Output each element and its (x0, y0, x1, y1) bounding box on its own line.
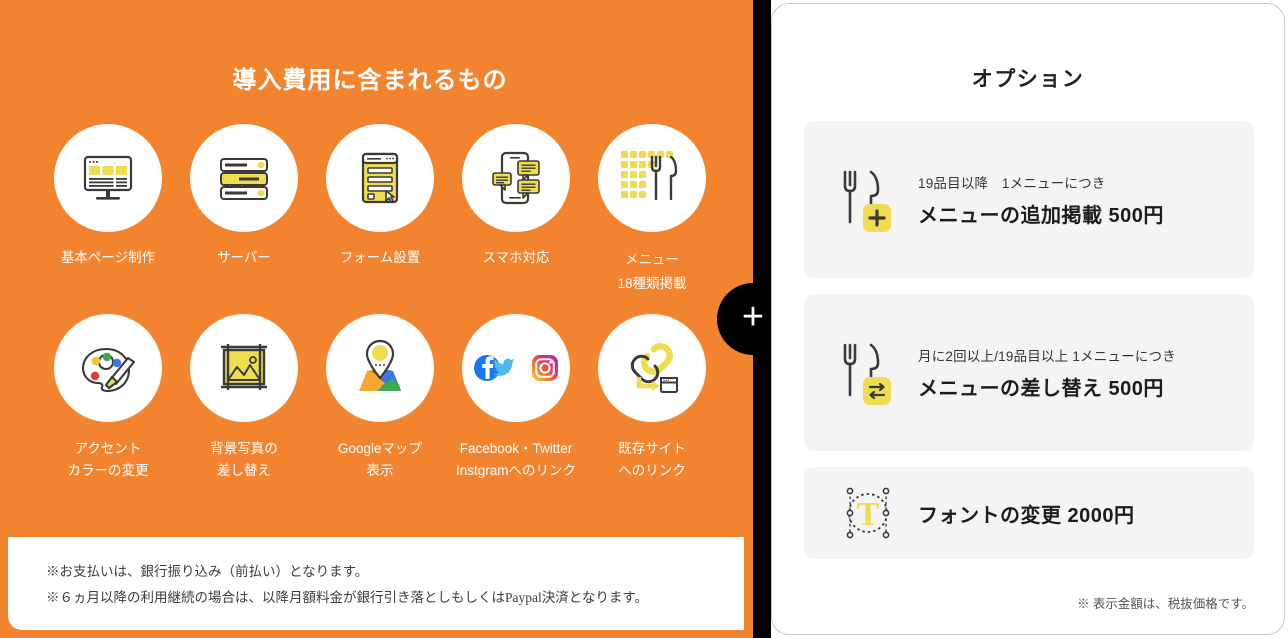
feature-item-existing-site-link[interactable]: 既存サイト へのリンク (584, 314, 720, 481)
photo-frame-icon (221, 344, 267, 390)
menu-grid-cutlery-icon (621, 151, 678, 201)
feature-icon-circle (598, 124, 706, 232)
option-item-menu-add[interactable]: 19品目以降 1メニューにつき メニューの追加掲載 500円 (804, 121, 1254, 278)
footnote-box: ※お支払いは、銀行振り込み（前払い）となります。 ※６ヵ月以降の利用継続の場合は… (8, 537, 744, 630)
plus-icon: + (741, 296, 765, 338)
feature-icon-circle (462, 124, 570, 232)
option-label: メニューの差し替え 500円 (918, 377, 1164, 400)
feature-item-basic-page[interactable]: 基本ページ制作 (40, 124, 176, 292)
feature-label: アクセント カラーの変更 (67, 441, 149, 478)
smartphone-chat-icon (492, 151, 540, 205)
server-icon (220, 158, 268, 200)
cutlery-swap-icon (843, 343, 891, 405)
pricing-comparison-panel: 導入費用に含まれるもの 基本ページ制作 サーバー フォーム設置 スマホ対応 メニ… (0, 0, 1288, 638)
feature-row-2: アクセント カラーの変更 背景写真の 差し替え Googleマップ 表示 Fac… (40, 314, 720, 481)
feature-label: 既存サイト へのリンク (618, 441, 686, 478)
feature-icon-circle (54, 314, 162, 422)
feature-item-smartphone[interactable]: スマホ対応 (448, 124, 584, 292)
option-icon-wrap (832, 337, 904, 409)
option-label: フォントの変更 2000円 (918, 504, 1135, 527)
options-panel: オプション 19品目以降 1メニューにつき メニューの追加掲載 500円 月に2… (771, 3, 1285, 635)
option-label: メニューの追加掲載 500円 (918, 204, 1164, 227)
options-list: 19品目以降 1メニューにつき メニューの追加掲載 500円 月に2回以上/19… (804, 121, 1254, 575)
included-features-panel: 導入費用に含まれるもの 基本ページ制作 サーバー フォーム設置 スマホ対応 メニ… (0, 0, 753, 638)
page-title: 導入費用に含まれるもの (232, 67, 508, 94)
feature-icon-circle (190, 124, 298, 232)
feature-icon-circle (190, 314, 298, 422)
footnote-line-1: ※お支払いは、銀行振り込み（前払い）となります。 (46, 564, 369, 579)
option-icon-wrap: T (832, 482, 904, 544)
option-item-font-change[interactable]: T フォントの変更 2000円 (804, 467, 1254, 559)
feature-label: メニュー (625, 252, 679, 267)
cutlery-plus-icon (843, 170, 891, 232)
option-sublabel: 19品目以降 1メニューにつき (918, 175, 1106, 191)
option-icon-wrap (832, 164, 904, 236)
feature-icon-circle (326, 124, 434, 232)
feature-label: Facebook・Twitter Instgramへのリンク (455, 441, 577, 478)
feature-item-server[interactable]: サーバー (176, 124, 312, 292)
options-title: オプション (971, 68, 1085, 91)
option-sublabel: 月に2回以上/19品目以上 1メニューにつき (918, 348, 1176, 364)
feature-icon-circle (598, 314, 706, 422)
option-item-menu-swap[interactable]: 月に2回以上/19品目以上 1メニューにつき メニューの差し替え 500円 (804, 294, 1254, 451)
feature-icon-circle (326, 314, 434, 422)
feature-item-social-links[interactable]: Facebook・Twitter Instgramへのリンク (448, 314, 584, 481)
option-text-wrap: 月に2回以上/19品目以上 1メニューにつき メニューの差し替え 500円 (918, 345, 1176, 401)
feature-label: Googleマップ 表示 (337, 441, 423, 478)
feature-label: スマホ対応 (482, 250, 550, 265)
feature-item-background-photo[interactable]: 背景写真の 差し替え (176, 314, 312, 481)
tax-note: ※ 表示金額は、税抜価格です。 (1077, 597, 1254, 611)
feature-item-google-map[interactable]: Googleマップ 表示 (312, 314, 448, 481)
feature-label: サーバー (217, 250, 271, 265)
palette-brush-icon (81, 347, 136, 393)
feature-item-menu[interactable]: メニュー 18種類掲載 (584, 124, 720, 292)
feature-item-accent-color[interactable]: アクセント カラーの変更 (40, 314, 176, 481)
svg-text:T: T (857, 496, 880, 533)
feature-label: 基本ページ制作 (60, 250, 156, 265)
link-window-icon (630, 343, 678, 393)
option-text-wrap: フォントの変更 2000円 (918, 499, 1135, 528)
form-icon (361, 152, 399, 204)
feature-item-form[interactable]: フォーム設置 (312, 124, 448, 292)
option-text-wrap: 19品目以降 1メニューにつき メニューの追加掲載 500円 (918, 172, 1164, 228)
google-map-pin-icon (359, 339, 401, 391)
footnote-line-2: ※６ヵ月以降の利用継続の場合は、以降月額料金が銀行引き落としもしくはPaypal… (46, 589, 648, 605)
feature-row-1: 基本ページ制作 サーバー フォーム設置 スマホ対応 メニュー 18種類掲載 (40, 124, 720, 292)
social-media-icon (474, 355, 558, 381)
font-change-icon: T (846, 487, 890, 539)
feature-sublabel: 18種類掲載 (617, 276, 687, 291)
feature-icon-circle (462, 314, 570, 422)
feature-icon-circle (54, 124, 162, 232)
desktop-page-icon (83, 155, 133, 200)
feature-label: 背景写真の 差し替え (210, 441, 278, 478)
feature-label: フォーム設置 (339, 250, 421, 265)
